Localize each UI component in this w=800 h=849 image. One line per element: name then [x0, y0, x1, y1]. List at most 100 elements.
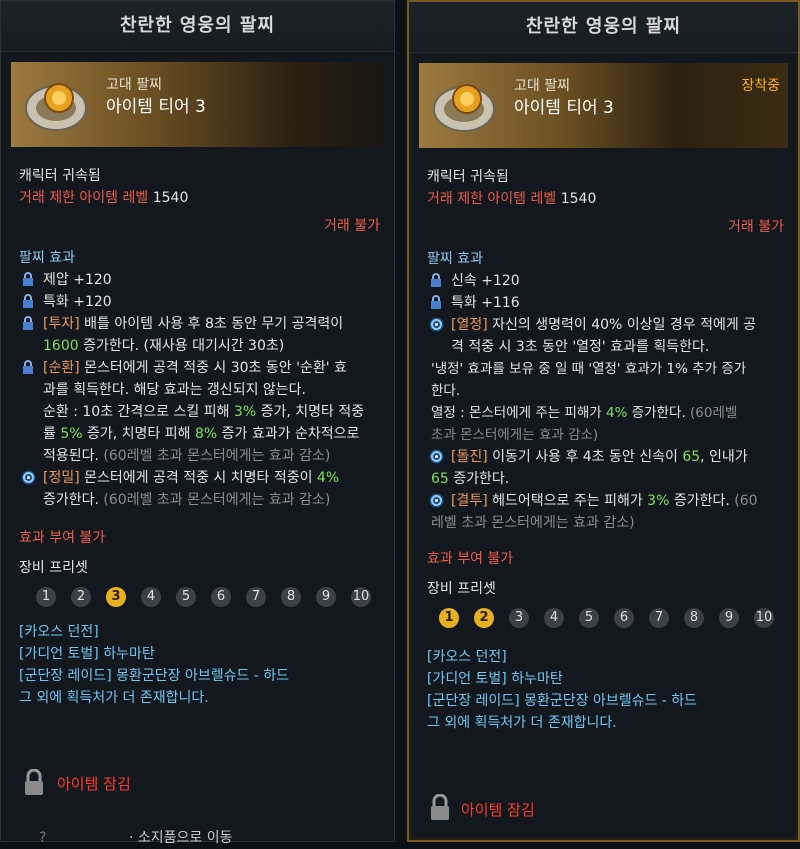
effect-number: 65	[431, 471, 449, 487]
effect-text: 한다.	[431, 383, 461, 399]
preset-3[interactable]: 3	[106, 587, 126, 607]
preset-label: 장비 프리셋	[427, 581, 496, 597]
source-chaos-dungeon: [카오스 던전]	[427, 649, 507, 665]
bound-status: 캐릭터 귀속됨	[427, 169, 509, 185]
no-trade-label: 거래 불가	[324, 218, 380, 234]
help-mark: ?	[39, 830, 47, 846]
bound-status: 캐릭터 귀속됨	[19, 168, 101, 184]
effects-header: 팔찌 효과	[19, 250, 75, 266]
effect-tag: [결투]	[451, 493, 488, 509]
preset-6[interactable]: 6	[211, 587, 231, 607]
item-tier: 아이템 티어 3	[514, 98, 614, 118]
stat-value: 특화 +116	[451, 295, 520, 311]
item-header: 고대 팔찌 아이템 티어 3	[11, 62, 384, 147]
effect-number: 5%	[60, 426, 83, 442]
effect-line: [투자] 배틀 아이템 사용 후 8초 동안 무기 공격력이 1600 증가한다…	[19, 313, 384, 357]
trade-limit: 거래 제한 아이템 레벨 1540	[1, 187, 394, 209]
preset-9[interactable]: 9	[719, 608, 739, 628]
trade-limit-label: 거래 제한 아이템 레벨	[427, 191, 557, 207]
effect-note: (60레벨 초과 몬스터에게는 효과 감소)	[98, 448, 331, 464]
effect-continuation: '냉정' 효과를 보유 중 일 때 '열정' 효과가 1% 추가 증가 한다. …	[427, 358, 788, 446]
source-chaos-dungeon: [카오스 던전]	[19, 624, 99, 640]
no-effect-grant: 효과 부여 불가	[427, 551, 514, 567]
preset-1[interactable]: 1	[36, 587, 56, 607]
swirl-icon	[429, 449, 444, 464]
preset-7[interactable]: 7	[649, 608, 669, 628]
effect-text: 몬스터에게 공격 적중 시 30초 동안 '순환' 효	[79, 360, 347, 376]
preset-6[interactable]: 6	[614, 608, 634, 628]
lock-icon	[23, 272, 33, 286]
effect-text: 증가, 치명타 피해	[82, 426, 195, 442]
effect-text: 배틀 아이템 사용 후 8초 동안 무기 공격력이	[79, 316, 344, 332]
effect-text: 증가한다.	[669, 493, 730, 509]
source-raid: [군단장 레이드] 몽환군단장 아브렐슈드 - 하드	[19, 668, 290, 684]
no-effect-grant: 효과 부여 불가	[19, 530, 106, 546]
effect-text: 격 적중 시 3초 동안 '열정' 효과를 획득한다.	[451, 339, 710, 355]
preset-2[interactable]: 2	[474, 608, 494, 628]
item-tier: 아이템 티어 3	[106, 97, 206, 117]
effect-note: (60레벨 초과 몬스터에게는 효과 감소)	[98, 492, 331, 508]
lock-icon	[23, 316, 33, 330]
item-header: 고대 팔찌 아이템 티어 3 장착중	[419, 63, 788, 148]
effect-text: 증가한다.	[448, 471, 510, 487]
preset-10[interactable]: 10	[351, 587, 371, 607]
effect-tag: [순환]	[43, 360, 80, 376]
preset-7[interactable]: 7	[246, 587, 266, 607]
preset-10[interactable]: 10	[754, 608, 774, 628]
stat-line: 제압 +120	[19, 269, 384, 291]
item-tooltip-left: 찬란한 영웅의 팔찌 고대 팔찌 아이템 티어 3 캐릭터 귀속됨 거래 제한 …	[0, 0, 395, 846]
item-title: 찬란한 영웅의 팔찌	[409, 2, 798, 53]
bracelet-icon	[433, 84, 495, 132]
source-guardian: [가디언 토벌] 하누마탄	[19, 646, 155, 662]
effect-text: 열정 : 몬스터에게 주는 피해가	[431, 405, 607, 421]
effect-text: 자신의 생명력이 40% 이상일 경우 적에게 공	[487, 317, 757, 333]
preset-1[interactable]: 1	[439, 608, 459, 628]
item-title: 찬란한 영웅의 팔찌	[1, 1, 394, 52]
effect-text: 증가한다.	[627, 405, 686, 421]
effect-line: [순환] 몬스터에게 공격 적중 시 30초 동안 '순환' 효 과를 획득한다…	[19, 357, 384, 467]
item-locked-label: 아이템 잠김	[57, 775, 131, 793]
preset-2[interactable]: 2	[71, 587, 91, 607]
effect-number: 1600	[43, 338, 79, 354]
item-locked-label: 아이템 잠김	[461, 801, 535, 819]
stat-value: 제압 +120	[43, 272, 112, 288]
preset-8[interactable]: 8	[684, 608, 704, 628]
stat-line: 특화 +116	[427, 292, 788, 314]
effect-continuation: 레벨 초과 몬스터에게는 효과 감소)	[431, 515, 635, 531]
effect-note: (60레벨	[685, 405, 738, 421]
preset-5[interactable]: 5	[176, 587, 196, 607]
source-more: 그 외에 획득처가 더 존재합니다.	[427, 715, 617, 731]
effect-tag: [투자]	[43, 316, 80, 332]
effect-number: 4%	[606, 405, 628, 421]
effect-line: [정밀] 몬스터에게 공격 적중 시 치명타 적중이 4% 증가한다. (60레…	[19, 467, 384, 511]
effect-line: [결투] 헤드어택으로 주는 피해가 3% 증가한다. (60	[427, 490, 788, 512]
item-grade: 고대 팔찌	[514, 78, 570, 94]
stat-value: 신속 +120	[451, 273, 520, 289]
effect-text: 적용된다.	[43, 448, 99, 464]
effect-text: 증가한다. (재사용 대기시간 30초)	[78, 338, 285, 354]
effect-text: 률	[43, 426, 61, 442]
effects-list: 제압 +120 특화 +120 [투자] 배틀 아이템 사용 후 8초 동안 무…	[1, 269, 394, 511]
item-grade: 고대 팔찌	[106, 77, 162, 93]
preset-4[interactable]: 4	[544, 608, 564, 628]
preset-5[interactable]: 5	[579, 608, 599, 628]
item-tooltip-right: 찬란한 영웅의 팔찌 고대 팔찌 아이템 티어 3 장착중 캐릭터 귀속됨 거래…	[407, 0, 800, 842]
effect-text: 몬스터에게 공격 적중 시 치명타 적중이	[79, 470, 317, 486]
effect-number: 65	[682, 449, 701, 465]
preset-8[interactable]: 8	[281, 587, 301, 607]
effect-text: 증가 효과가 순차적으로	[217, 426, 360, 442]
trade-limit-label: 거래 제한 아이템 레벨	[19, 190, 149, 206]
swirl-icon	[429, 493, 444, 508]
lock-icon	[431, 295, 441, 309]
stat-line: 신속 +120	[427, 270, 788, 292]
effect-number: 3%	[647, 493, 670, 509]
preset-4[interactable]: 4	[141, 587, 161, 607]
lock-icon	[23, 294, 33, 308]
preset-3[interactable]: 3	[509, 608, 529, 628]
source-guardian: [가디언 토벌] 하누마탄	[427, 671, 563, 687]
preset-9[interactable]: 9	[316, 587, 336, 607]
swirl-icon	[429, 317, 444, 332]
effects-header: 팔찌 효과	[427, 251, 483, 267]
effect-text: 순환 : 10초 간격으로 스킬 피해	[43, 404, 234, 420]
trade-limit-value: 1540	[560, 191, 597, 207]
